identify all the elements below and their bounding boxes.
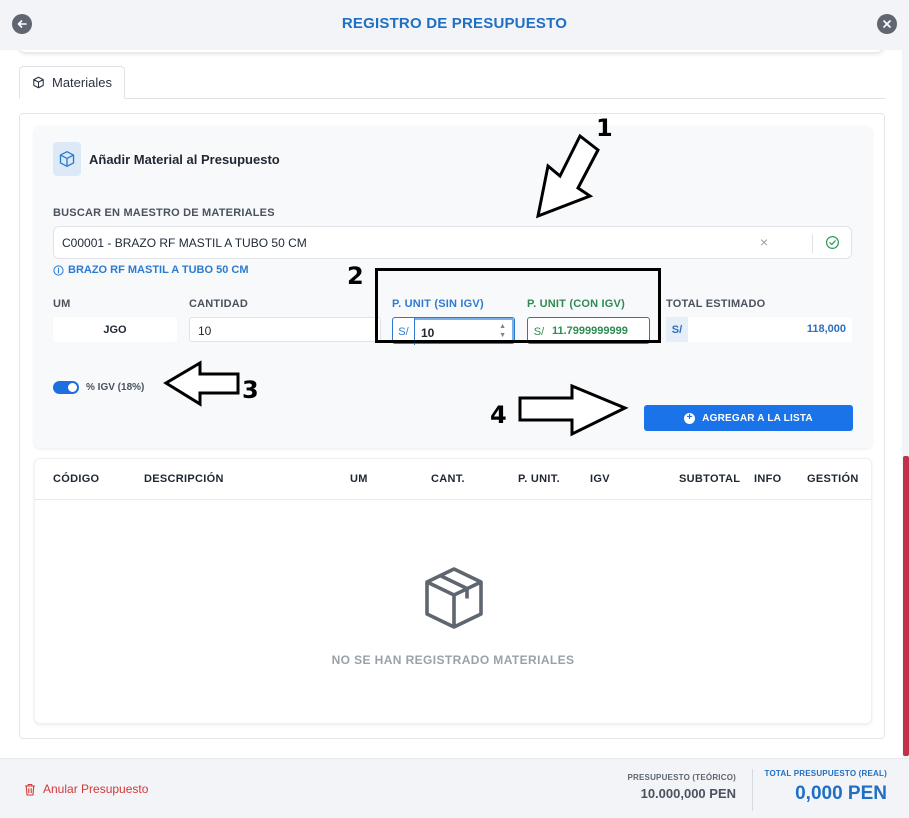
clear-search-icon[interactable]: ×	[760, 234, 768, 250]
tab-label: Materiales	[52, 75, 112, 90]
footer-divider	[752, 769, 753, 811]
igv-label: % IGV (18%)	[86, 382, 145, 393]
um-label: UM	[53, 298, 71, 310]
column-header-um: UM	[350, 473, 368, 485]
scrollbar-thumb[interactable]	[903, 456, 909, 756]
page-title: REGISTRO DE PRESUPUESTO	[341, 15, 568, 32]
search-value: C00001 - BRAZO RF MASTIL A TUBO 50 CM	[62, 236, 307, 250]
total-estimated-label: TOTAL ESTIMADO	[666, 298, 766, 310]
unit-price-igv-value: 11.7999999999	[552, 325, 628, 337]
material-search-input[interactable]: C00001 - BRAZO RF MASTIL A TUBO 50 CM ×	[53, 226, 852, 259]
selected-material-name: BRAZO RF MASTIL A TUBO 50 CM	[68, 264, 249, 276]
tab-materiales[interactable]: Materiales	[19, 66, 125, 99]
column-header-quantity: CANT.	[431, 473, 465, 485]
modal-header: REGISTRO DE PRESUPUESTO	[0, 0, 909, 50]
unit-price-igv-field[interactable]: S/ 11.7999999999	[527, 317, 650, 344]
unit-price-no-igv-label: P. UNIT (SIN IGV)	[392, 298, 484, 310]
theoretical-budget-value: 10.000,000 PEN	[640, 786, 736, 801]
um-value: JGO	[53, 317, 177, 342]
theoretical-budget: PRESUPUESTO (TEÓRICO) 10.000,000 PEN	[620, 773, 736, 801]
trash-icon	[25, 783, 35, 796]
close-button[interactable]	[877, 14, 897, 34]
column-header-igv: IGV	[590, 473, 610, 485]
quantity-label: CANTIDAD	[189, 298, 249, 310]
unit-price-no-igv-value: 10	[421, 326, 435, 340]
real-budget-total: TOTAL PRESUPUESTO (REAL) 0,000 PEN	[760, 769, 887, 805]
unit-price-igv-label: P. UNIT (CON IGV)	[527, 298, 625, 310]
materials-panel: Añadir Material al Presupuesto BUSCAR EN…	[19, 113, 885, 739]
selected-material-info: BRAZO RF MASTIL A TUBO 50 CM	[53, 264, 248, 276]
tab-divider	[19, 98, 885, 99]
materials-table: CÓDIGO DESCRIPCIÓN UM CANT. P. UNIT. IGV…	[34, 458, 872, 724]
unit-price-no-igv-input[interactable]: 10 ▲ ▼	[415, 318, 514, 343]
budget-modal: REGISTRO DE PRESUPUESTO Materiales Añadi…	[0, 0, 909, 818]
info-icon	[53, 264, 64, 276]
empty-box-icon	[425, 567, 483, 629]
empty-state-text: NO SE HAN REGISTRADO MATERIALES	[331, 653, 575, 667]
igv-toggle[interactable]	[53, 381, 79, 394]
search-divider	[812, 234, 813, 253]
add-material-card: Añadir Material al Presupuesto BUSCAR EN…	[34, 126, 872, 448]
close-icon	[883, 20, 891, 28]
previous-card-edge	[18, 50, 884, 52]
column-header-unit-price: P. UNIT.	[518, 473, 560, 485]
search-label: BUSCAR EN MAESTRO DE MATERIALES	[53, 207, 275, 219]
card-title: Añadir Material al Presupuesto	[89, 152, 280, 167]
total-estimated-field: S/ 118,000	[666, 317, 852, 342]
table-header: CÓDIGO DESCRIPCIÓN UM CANT. P. UNIT. IGV…	[35, 459, 871, 500]
card-icon-box	[53, 142, 81, 176]
cancel-budget-label: Anular Presupuesto	[43, 782, 149, 796]
real-budget-value: 0,000 PEN	[795, 783, 887, 804]
theoretical-budget-label: PRESUPUESTO (TEÓRICO)	[627, 773, 736, 782]
column-header-info: INFO	[754, 473, 782, 485]
currency-prefix: S/	[393, 318, 415, 345]
toggle-knob	[68, 383, 77, 392]
quantity-input[interactable]: 10	[189, 317, 381, 342]
cancel-budget-button[interactable]: Anular Presupuesto	[24, 782, 148, 796]
modal-body[interactable]: Materiales Añadir Material al Presupuest…	[0, 50, 902, 758]
cube-icon	[33, 76, 44, 89]
currency-prefix: S/	[666, 317, 688, 342]
add-to-list-button[interactable]: + AGREGAR A LA LISTA	[644, 405, 853, 431]
number-stepper-icon[interactable]: ▲ ▼	[499, 322, 506, 340]
column-header-management: GESTIÓN	[807, 473, 859, 485]
currency-prefix: S/	[533, 325, 545, 338]
column-header-code: CÓDIGO	[53, 473, 100, 485]
total-estimated-value: 118,000	[806, 323, 846, 335]
plus-circle-icon: +	[684, 412, 696, 424]
check-circle-icon	[825, 235, 840, 250]
add-to-list-label: AGREGAR A LA LISTA	[702, 412, 813, 424]
modal-footer: Anular Presupuesto PRESUPUESTO (TEÓRICO)…	[0, 758, 909, 818]
unit-price-no-igv-field[interactable]: S/ 10 ▲ ▼	[392, 317, 515, 345]
column-header-description: DESCRIPCIÓN	[144, 473, 224, 485]
column-header-subtotal: SUBTOTAL	[679, 473, 741, 485]
real-budget-label: TOTAL PRESUPUESTO (REAL)	[764, 769, 887, 778]
cube-icon	[59, 151, 75, 167]
